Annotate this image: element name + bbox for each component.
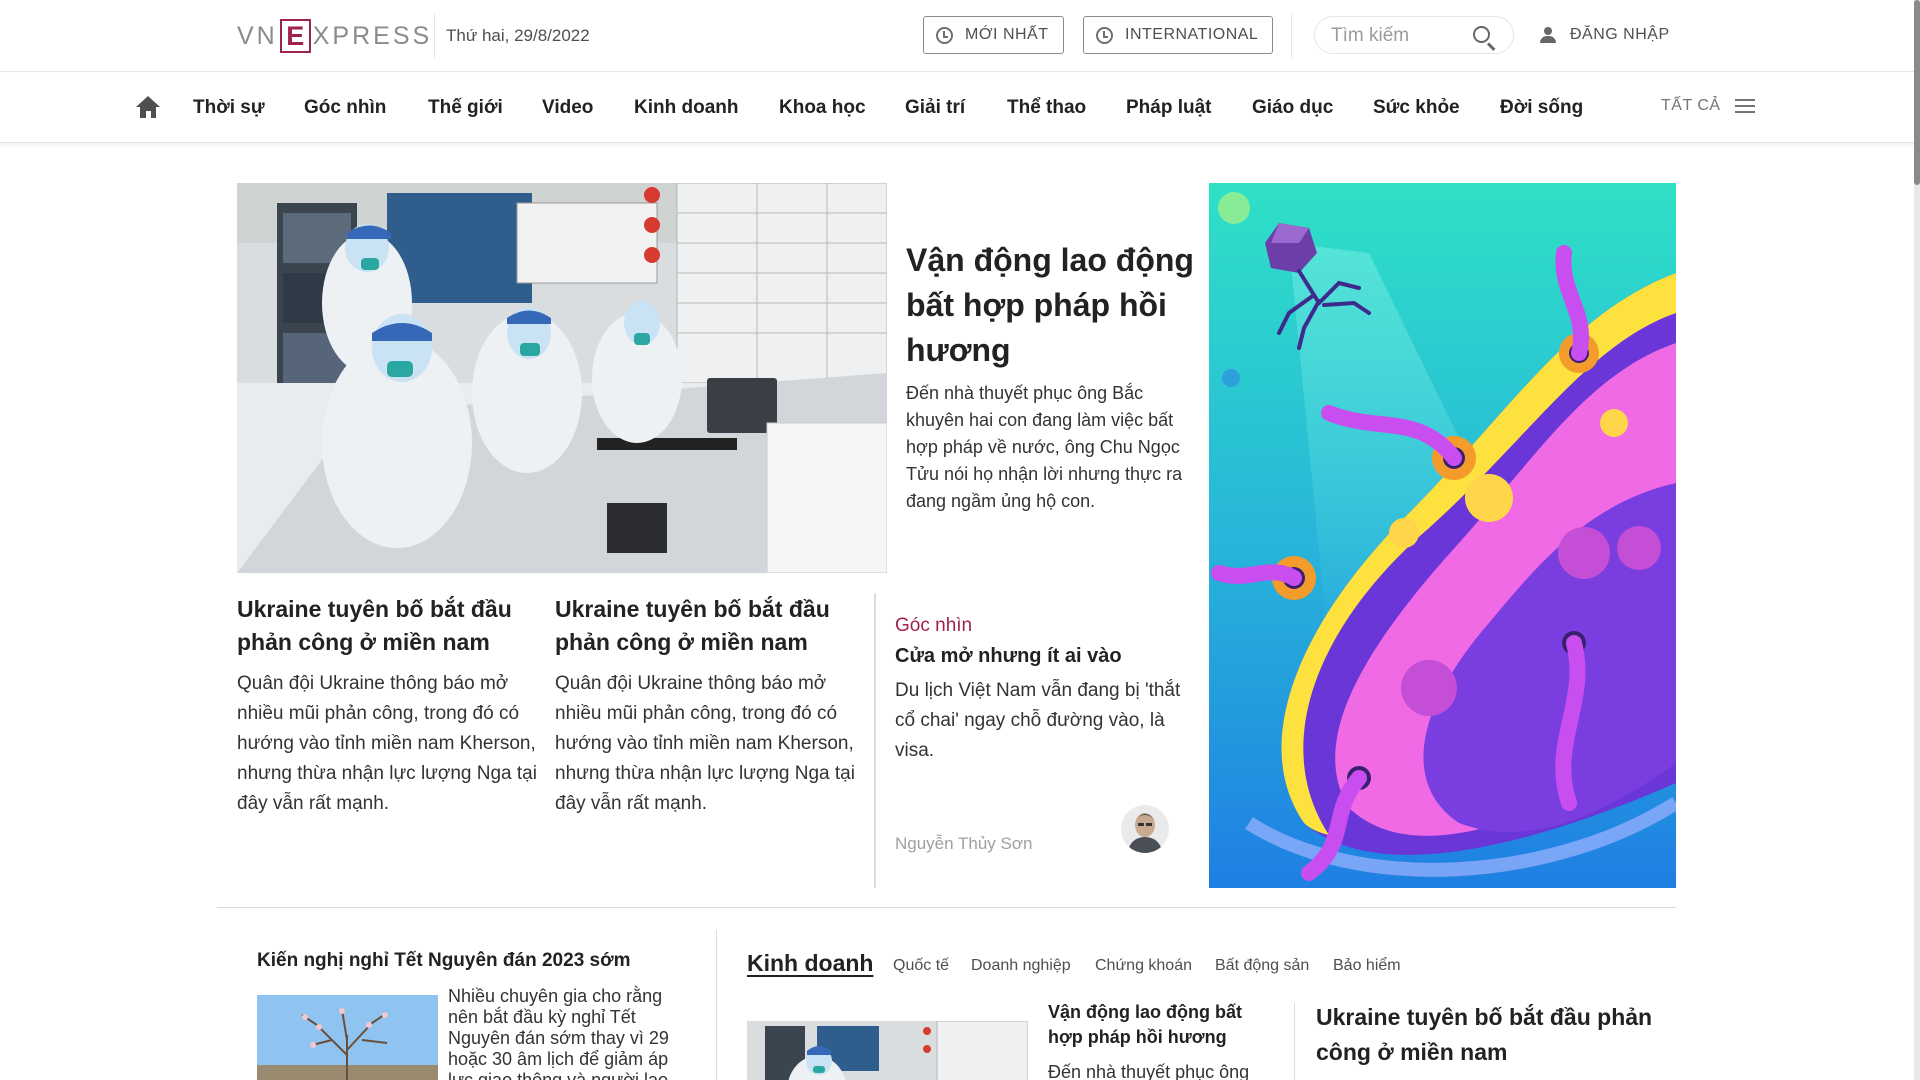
side-article-image[interactable]: [257, 995, 438, 1080]
international-label: INTERNATIONAL: [1125, 26, 1259, 43]
author-avatar[interactable]: [1121, 805, 1169, 853]
nav-item-the-gioi[interactable]: Thế giới: [428, 97, 503, 119]
business-section-title[interactable]: Kinh doanh: [747, 950, 873, 977]
main-navigation: Thời sự Góc nhìn Thế giới Video Kinh doa…: [0, 73, 1920, 143]
business-article-description: Đến nhà thuyết phục ông: [1048, 1062, 1250, 1080]
search-input[interactable]: [1331, 25, 1471, 47]
opinion-title[interactable]: Cửa mở nhưng ít ai vào: [895, 642, 1185, 670]
business-subcategory[interactable]: Quốc tế: [893, 957, 949, 975]
featured-illustration[interactable]: [1209, 183, 1676, 888]
hero-article-title[interactable]: Vận động lao động bất hợp pháp hồi hương: [906, 238, 1196, 373]
business-subcategory[interactable]: Chứng khoán: [1095, 957, 1192, 975]
opinion-author[interactable]: Nguyễn Thủy Sơn: [895, 834, 1032, 854]
opinion-description: Du lịch Việt Nam vẫn đang bị 'thắt cổ ch…: [895, 680, 1181, 761]
current-date: Thứ hai, 29/8/2022: [446, 26, 590, 45]
divider: [434, 14, 435, 58]
sub-news-title[interactable]: Ukraine tuyên bố bắt đầu phản công ở miề…: [237, 593, 542, 659]
nav-item-giai-tri[interactable]: Giải trí: [905, 97, 965, 119]
business-subcategory[interactable]: Doanh nghiệp: [971, 957, 1071, 975]
search-box: [1314, 16, 1514, 54]
divider: [716, 930, 717, 1080]
nav-item-suc-khoe[interactable]: Sức khỏe: [1373, 97, 1460, 119]
nav-item-phap-luat[interactable]: Pháp luật: [1126, 97, 1212, 119]
page-scrollbar[interactable]: [1914, 0, 1920, 1080]
clock-icon: [1096, 26, 1113, 44]
logo-text-xpress: XPRESS: [312, 21, 433, 50]
business-article-image[interactable]: [747, 1021, 1028, 1080]
sub-news-description: Quân đội Ukraine thông báo mở nhiều mũi …: [555, 673, 855, 814]
business-article-title[interactable]: Vận động lao động bất hợp pháp hồi hương: [1048, 1000, 1263, 1050]
logo-text-vn: VN: [237, 21, 278, 50]
logo-mark-letter: E: [286, 20, 305, 51]
logo-mark: E: [279, 19, 311, 53]
latest-news-button[interactable]: MỚI NHẤT: [923, 16, 1064, 54]
all-categories-button[interactable]: TẤT CẢ: [1661, 97, 1755, 115]
nav-item-goc-nhin[interactable]: Góc nhìn: [304, 97, 386, 119]
scrollbar-thumb[interactable]: [1914, 0, 1920, 185]
business-right-article-title[interactable]: Ukraine tuyên bố bắt đầu phản công ở miề…: [1316, 1000, 1676, 1070]
home-icon[interactable]: [136, 96, 160, 120]
sub-news-article: Ukraine tuyên bố bắt đầu phản công ở miề…: [555, 593, 860, 819]
nav-item-giao-duc[interactable]: Giáo dục: [1252, 97, 1333, 119]
login-label: ĐĂNG NHẬP: [1570, 26, 1670, 43]
side-article-title[interactable]: Kiến nghị nghỉ Tết Nguyên đán 2023 sớm: [257, 950, 631, 972]
divider: [1294, 1003, 1295, 1080]
clock-icon: [936, 26, 953, 44]
nav-item-the-thao[interactable]: Thể thao: [1007, 97, 1086, 119]
opinion-category[interactable]: Góc nhìn: [895, 615, 1185, 637]
nav-item-khoa-hoc[interactable]: Khoa học: [779, 97, 866, 119]
all-categories-label: TẤT CẢ: [1661, 97, 1721, 114]
hero-article-description: Đến nhà thuyết phục ông Bắc khuyên hai c…: [906, 383, 1183, 511]
nav-item-kinh-doanh[interactable]: Kinh doanh: [634, 97, 738, 119]
sub-news-title[interactable]: Ukraine tuyên bố bắt đầu phản công ở miề…: [555, 593, 860, 659]
menu-icon: [1734, 99, 1755, 113]
sub-news-description: Quân đội Ukraine thông báo mở nhiều mũi …: [237, 673, 537, 814]
opinion-article: Góc nhìn Cửa mở nhưng ít ai vào Du lịch …: [895, 615, 1185, 766]
business-subcategory[interactable]: Bảo hiểm: [1333, 957, 1401, 975]
divider: [874, 593, 876, 888]
top-bar: VN E XPRESS Thứ hai, 29/8/2022 MỚI NHẤT …: [0, 0, 1920, 72]
login-button[interactable]: ĐĂNG NHẬP: [1540, 26, 1670, 44]
international-button[interactable]: INTERNATIONAL: [1083, 16, 1273, 54]
nav-item-thoi-su[interactable]: Thời sự: [193, 97, 265, 119]
section-divider: [217, 907, 1676, 908]
business-subcategory[interactable]: Bất động sản: [1215, 957, 1309, 975]
search-icon[interactable]: [1473, 26, 1490, 43]
user-icon: [1540, 27, 1556, 43]
divider: [1291, 14, 1292, 58]
sub-news-article: Ukraine tuyên bố bắt đầu phản công ở miề…: [237, 593, 542, 819]
nav-item-doi-song[interactable]: Đời sống: [1500, 97, 1583, 119]
vnexpress-logo[interactable]: VN E XPRESS: [237, 19, 433, 53]
side-article-description: Nhiều chuyên gia cho rằng nên bắt đầu kỳ…: [448, 986, 669, 1080]
latest-news-label: MỚI NHẤT: [965, 26, 1049, 43]
hero-article-image[interactable]: [237, 183, 887, 573]
nav-item-video[interactable]: Video: [542, 97, 593, 119]
